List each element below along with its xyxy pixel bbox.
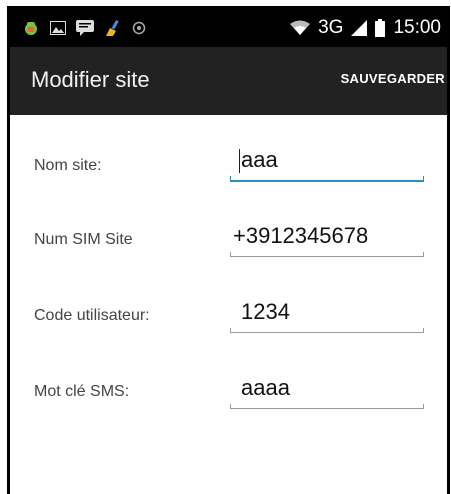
user-code-value: 1234 [241, 299, 290, 324]
field-underline [230, 332, 424, 333]
sim-number-label: Num SIM Site [34, 231, 133, 248]
user-code-label: Code utilisateur: [34, 307, 150, 324]
underline-tick-right [423, 176, 424, 181]
page-title: Modifier site [31, 67, 150, 92]
user-code-field[interactable]: 1234 [230, 295, 424, 335]
site-name-field[interactable]: aaa [230, 143, 424, 183]
broom-icon [104, 19, 122, 37]
sim-number-field[interactable]: +3912345678 [230, 219, 424, 259]
image-icon [50, 21, 66, 35]
field-underline [230, 180, 424, 182]
form-row-sim-number: Num SIM Site +3912345678 [10, 219, 447, 279]
circle-icon [132, 21, 146, 35]
underline-tick-left [230, 404, 231, 409]
site-name-label: Nom site: [34, 157, 102, 174]
sim-number-value: +3912345678 [233, 223, 369, 248]
text-caret [239, 149, 240, 173]
signal-icon [351, 20, 368, 36]
underline-tick-left [230, 252, 231, 257]
edit-site-form: Nom site: aaa Num SIM Site +3912345678 C… [10, 115, 447, 494]
status-bar: 3G 15:00 [10, 9, 447, 47]
android-debug-icon [22, 19, 40, 37]
clock: 15:00 [393, 17, 441, 38]
wifi-icon [290, 20, 311, 36]
underline-tick-right [423, 328, 424, 333]
underline-tick-right [423, 252, 424, 257]
sms-keyword-value: aaaa [241, 375, 290, 400]
chat-icon [76, 20, 94, 36]
battery-icon [375, 19, 386, 37]
action-bar: Modifier site SAUVEGARDER [10, 47, 447, 115]
underline-tick-left [230, 176, 231, 181]
sms-keyword-label: Mot clé SMS: [34, 383, 130, 400]
save-button[interactable]: SAUVEGARDER [341, 71, 445, 86]
sms-keyword-field[interactable]: aaaa [230, 371, 424, 411]
underline-tick-left [230, 328, 231, 333]
field-underline [230, 256, 424, 257]
form-row-user-code: Code utilisateur: 1234 [10, 295, 447, 355]
field-underline [230, 408, 424, 409]
form-row-site-name: Nom site: aaa [10, 143, 447, 203]
site-name-value: aaa [241, 147, 278, 172]
underline-tick-right [423, 404, 424, 409]
network-type: 3G [318, 17, 344, 38]
form-row-sms-keyword: Mot clé SMS: aaaa [10, 371, 447, 431]
phone-screen: 3G 15:00 Modifier site SAUVEGARDER Nom s… [7, 6, 450, 494]
